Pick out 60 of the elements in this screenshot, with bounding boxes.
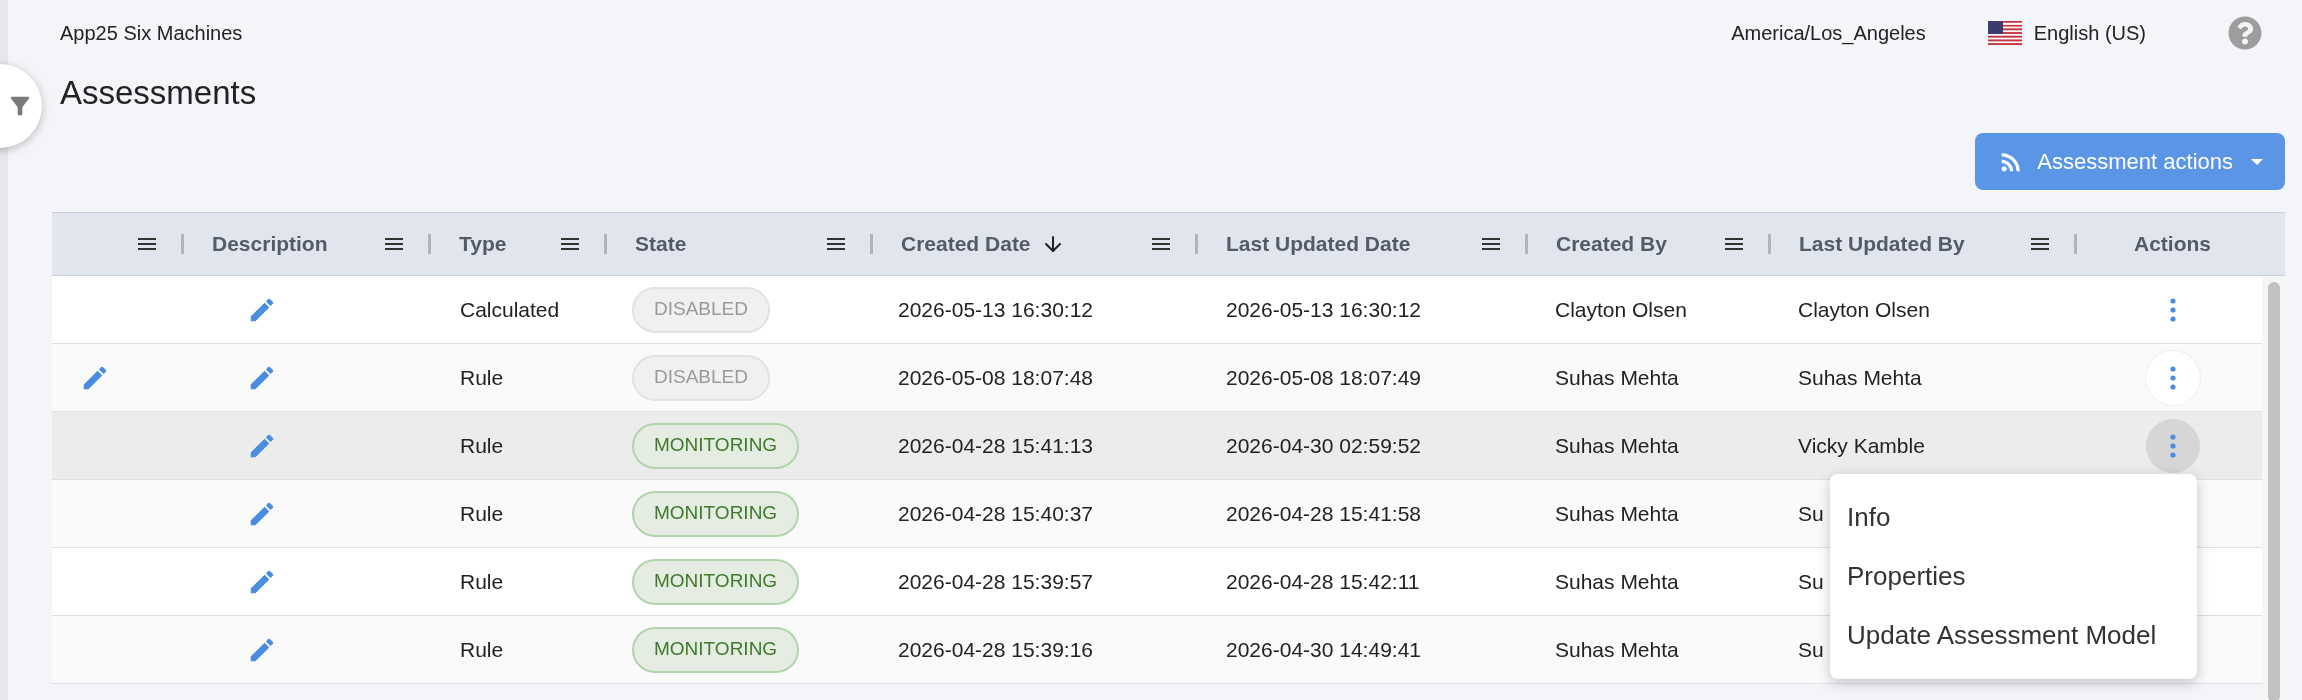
caret-icon [2251, 158, 2263, 165]
date-cell: 2026-04-28 15:40:37 [898, 501, 1093, 525]
type-cell: Rule [460, 433, 504, 457]
column-header: Actions [2134, 231, 2211, 258]
more-icon [2169, 433, 2176, 458]
assessment-actions-button[interactable]: Assessment actions [1975, 133, 2285, 190]
date-cell: 2026-04-30 02:59:52 [1226, 433, 1421, 457]
type-cell: Rule [460, 637, 504, 661]
date-cell: 2026-04-28 15:41:58 [1226, 501, 1421, 525]
type-cell: Calculated [460, 297, 560, 321]
us-flag-icon [1987, 21, 2022, 45]
app-name: App25 Six Machines [60, 21, 243, 46]
help-icon[interactable] [2228, 16, 2262, 50]
menu-item[interactable]: Update Assessment Model [1830, 606, 2197, 665]
date-cell: 2026-04-30 14:49:41 [1226, 637, 1421, 661]
date-cell: 2026-04-28 15:41:13 [898, 433, 1093, 457]
state-badge: MONITORING [632, 490, 800, 537]
state-badge: MONITORING [632, 626, 800, 673]
scrollbar-thumb[interactable] [2267, 282, 2280, 700]
user-cell: Clayton Olsen [1555, 297, 1687, 321]
column-header[interactable]: Last Updated Date [1226, 228, 1411, 260]
date-cell: 2026-05-13 16:30:12 [898, 297, 1093, 321]
column-header[interactable]: Description [212, 228, 328, 260]
menu-item[interactable]: Info [1830, 488, 2197, 547]
type-cell: Rule [460, 365, 504, 389]
date-cell: 2026-05-08 18:07:49 [1226, 365, 1421, 389]
language-selector[interactable]: English (US) [2033, 18, 2146, 48]
user-cell: Suhas Mehta [1555, 365, 1679, 389]
timezone-label: America/Los_Angeles [1731, 21, 1926, 47]
user-cell: Clayton Olsen [1798, 297, 1930, 321]
date-cell: 2026-04-28 15:39:16 [898, 637, 1093, 661]
more-actions-button[interactable] [2145, 350, 2200, 405]
date-cell: 2026-04-28 15:42:11 [1226, 569, 1420, 593]
user-cell: Suhas Mehta [1555, 501, 1679, 525]
state-badge: DISABLED [632, 286, 770, 333]
user-cell: Suhas Mehta [1555, 637, 1679, 661]
user-cell: Suhas Mehta [1555, 569, 1679, 593]
user-cell: Su [1798, 637, 1824, 661]
date-cell: 2026-05-08 18:07:48 [898, 365, 1093, 389]
user-cell: Su [1798, 569, 1824, 593]
user-cell: Suhas Mehta [1555, 433, 1679, 457]
state-badge: DISABLED [632, 354, 770, 401]
column-header[interactable]: Type [459, 228, 507, 260]
user-cell: Vicky Kamble [1798, 433, 1925, 457]
user-cell: Suhas Mehta [1798, 365, 1922, 389]
column-header[interactable]: Created Date [901, 228, 1031, 260]
type-cell: Rule [460, 501, 504, 525]
column-header[interactable]: Last Updated By [1799, 228, 1965, 260]
state-badge: MONITORING [632, 558, 800, 605]
user-cell: Su [1798, 501, 1824, 525]
type-cell: Rule [460, 569, 504, 593]
column-header[interactable]: Created By [1556, 228, 1667, 260]
column-header[interactable]: State [635, 228, 687, 260]
date-cell: 2026-05-13 16:30:12 [1226, 297, 1421, 321]
menu-item[interactable]: Properties [1830, 547, 2197, 606]
more-icon [2169, 365, 2176, 390]
more-icon [2169, 297, 2176, 322]
state-badge: MONITORING [632, 422, 800, 469]
date-cell: 2026-04-28 15:39:57 [898, 569, 1093, 593]
page-title: Assessments [60, 73, 257, 113]
